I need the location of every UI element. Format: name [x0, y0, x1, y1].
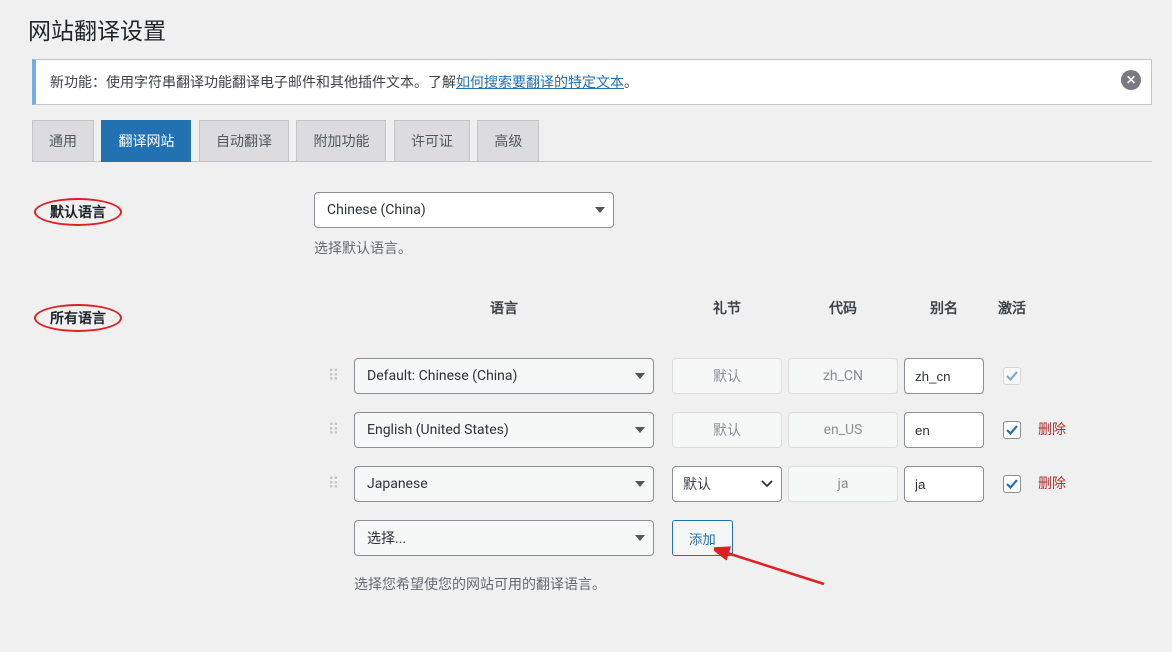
notice-text-before: 新功能：使用字符串翻译功能翻译电子邮件和其他插件文本。了解	[50, 75, 456, 91]
tab-auto-translate[interactable]: 自动翻译	[199, 120, 289, 162]
language-value: English (United States)	[367, 422, 509, 438]
header-active: 激活	[994, 298, 1030, 318]
chevron-down-icon	[635, 427, 645, 433]
default-language-select[interactable]: Chinese (China)	[314, 192, 614, 228]
formality-readonly: 默认	[672, 412, 782, 448]
chevron-down-icon	[635, 535, 645, 541]
delete-link[interactable]: 删除	[1038, 422, 1066, 439]
default-language-value: Chinese (China)	[327, 202, 426, 218]
language-select[interactable]: Japanese	[354, 466, 654, 502]
add-language-select[interactable]: 选择...	[354, 520, 654, 556]
header-language: 语言	[354, 298, 654, 318]
code-readonly: en_US	[788, 412, 898, 448]
notice-link[interactable]: 如何搜索要翻译的特定文本	[456, 75, 624, 91]
chevron-down-icon	[635, 481, 645, 487]
tab-license[interactable]: 许可证	[394, 120, 470, 162]
header-formality: 礼节	[672, 298, 782, 318]
tab-general[interactable]: 通用	[32, 120, 94, 162]
default-language-label: 默认语言	[34, 198, 122, 226]
add-language-placeholder: 选择...	[367, 528, 406, 548]
default-language-description: 选择默认语言。	[314, 238, 1152, 258]
language-row: ⠿ English (United States) 默认 en_US	[314, 412, 1152, 448]
close-icon: ✕	[1121, 70, 1141, 90]
active-checkbox[interactable]	[1003, 475, 1021, 493]
language-value: Default: Chinese (China)	[367, 368, 517, 384]
page-title: 网站翻译设置	[20, 0, 1152, 54]
all-languages-label: 所有语言	[34, 304, 122, 332]
chevron-down-icon	[595, 207, 605, 213]
code-readonly: zh_CN	[788, 358, 898, 394]
formality-value: 默认	[683, 474, 711, 494]
header-alias: 别名	[904, 298, 984, 318]
alias-input[interactable]	[904, 466, 984, 502]
notice-banner: 新功能：使用字符串翻译功能翻译电子邮件和其他插件文本。了解如何搜索要翻译的特定文…	[32, 59, 1152, 105]
language-select[interactable]: English (United States)	[354, 412, 654, 448]
drag-handle-icon[interactable]: ⠿	[314, 481, 354, 487]
delete-link[interactable]: 删除	[1038, 476, 1066, 493]
drag-handle-icon[interactable]: ⠿	[314, 427, 354, 433]
header-code: 代码	[788, 298, 898, 318]
drag-handle-icon[interactable]: ⠿	[314, 373, 354, 379]
language-row: ⠿ Japanese 默认 ja	[314, 466, 1152, 502]
alias-input[interactable]	[904, 412, 984, 448]
formality-readonly: 默认	[672, 358, 782, 394]
tab-advanced[interactable]: 高级	[477, 120, 539, 162]
active-checkbox[interactable]	[1003, 421, 1021, 439]
code-readonly: ja	[788, 466, 898, 502]
notice-dismiss-button[interactable]: ✕	[1121, 70, 1141, 90]
tab-addons[interactable]: 附加功能	[296, 120, 386, 162]
language-row: ⠿ Default: Chinese (China) 默认 zh_CN	[314, 358, 1152, 394]
alias-input[interactable]	[904, 358, 984, 394]
language-value: Japanese	[367, 476, 428, 492]
active-checkbox	[1003, 367, 1021, 385]
chevron-down-icon	[635, 373, 645, 379]
formality-select[interactable]: 默认	[672, 466, 782, 502]
notice-text-after: 。	[624, 75, 638, 91]
tab-translate-site[interactable]: 翻译网站	[101, 120, 191, 162]
chevron-down-icon	[761, 476, 773, 492]
tab-bar: 通用 翻译网站 自动翻译 附加功能 许可证 高级	[32, 120, 1152, 162]
language-select[interactable]: Default: Chinese (China)	[354, 358, 654, 394]
languages-header-row: 语言 礼节 代码 别名 激活	[314, 298, 1152, 318]
